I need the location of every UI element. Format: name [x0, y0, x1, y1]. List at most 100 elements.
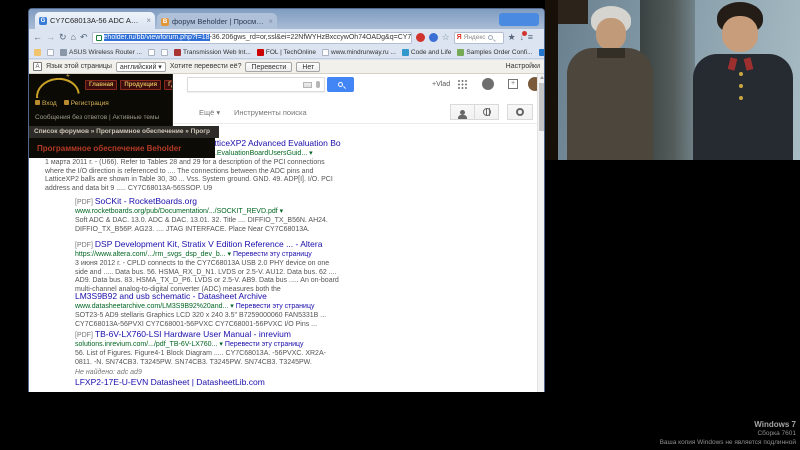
translate-infobar: A Язык этой страницы английский ▾ Хотите… [29, 60, 544, 74]
bookmark-folder[interactable] [34, 49, 41, 56]
actor-left [567, 6, 653, 160]
no-button[interactable]: Нет [296, 62, 320, 72]
tab-strip: G CY7C68013A-56 ADC AD9... × B форум Beh… [29, 9, 544, 29]
forum-section-heading[interactable]: Программное обеспечение Beholder [37, 144, 215, 153]
result-title-link[interactable]: LFXP2-17E-U-EVN Datasheet | DatasheetLib… [75, 377, 341, 387]
bookmark-item[interactable]: Transmission Web Int... [174, 49, 251, 56]
watermark-genuine: Ваша копия Windows не является подлинной [660, 439, 796, 448]
personal-results-button[interactable] [450, 104, 475, 120]
apps-grid-icon[interactable] [458, 80, 467, 89]
search-result: [PDF]DSP Development Kit, Stratix V Edit… [75, 239, 341, 294]
bookmark-item[interactable]: ASUS Wireless Router ... [60, 49, 142, 56]
result-url: www.rocketboards.org/pub/Documentation/.… [75, 207, 341, 215]
bookmark-star-icon[interactable]: ☆ [442, 33, 450, 42]
search-result: [PDF]SoCKit - RocketBoards.org www.rocke… [75, 196, 341, 234]
page-icon [148, 49, 155, 56]
search-icon [338, 82, 343, 87]
scrollbar-thumb[interactable] [539, 83, 544, 131]
language-select[interactable]: английский ▾ [116, 62, 166, 72]
google-search-button[interactable] [327, 77, 354, 92]
watermark-os: Windows 7 [660, 420, 796, 431]
result-title-link[interactable]: LM3S9B92 and usb schematic - Datasheet A… [75, 291, 341, 301]
collar [597, 48, 625, 58]
tab-google-search[interactable]: G CY7C68013A-56 ADC AD9... × [35, 12, 155, 29]
back-icon[interactable]: ← [33, 33, 42, 42]
forward-icon[interactable]: → [46, 33, 55, 42]
scroll-up-icon[interactable] [540, 76, 544, 79]
asus-icon [60, 49, 67, 56]
more-menu[interactable]: Ещё ▾ [199, 108, 220, 117]
not-found-note: Не найдено: adc ad9 [75, 369, 341, 376]
new-tab-button[interactable] [499, 13, 539, 26]
bookmark-item[interactable] [161, 49, 168, 56]
page-icon [47, 49, 54, 56]
result-title-link[interactable]: TB-6V-LX760-LSI Hardware User Manual - i… [95, 329, 291, 339]
close-tab-icon[interactable]: × [268, 17, 273, 26]
tab-beholder-forum[interactable]: B форум Beholder | Просмотр... × [157, 13, 277, 30]
face [722, 16, 758, 52]
restore-icon[interactable]: ↶ [80, 33, 88, 42]
home-icon[interactable]: ⌂ [71, 33, 76, 42]
close-tab-icon[interactable]: × [146, 16, 151, 25]
bookmark-item[interactable]: Code and Life [402, 49, 451, 56]
translate-page-link[interactable]: Перевести эту страницу [225, 341, 304, 348]
notifications-icon[interactable] [482, 78, 494, 90]
translate-page-link[interactable]: Перевести эту страницу [233, 251, 312, 258]
forum-nav-products[interactable]: Продукция [120, 80, 161, 90]
result-title-link[interactable]: DSP Development Kit, Stratix V Edition R… [95, 239, 323, 249]
extension-star-icon[interactable]: ★ [508, 33, 516, 42]
forum-nav: Главная Продукция Где купить [85, 80, 173, 90]
windows-watermark: Windows 7 Сборка 7601 Ваша копия Windows… [660, 420, 796, 448]
forum-nav-where-to-buy[interactable]: Где купить [164, 80, 173, 90]
download-badge [522, 31, 527, 36]
forum-nav-home[interactable]: Главная [85, 80, 117, 90]
watermark-build: Сборка 7601 [660, 430, 796, 439]
forum-quick-links[interactable]: Сообщения без ответов | Активные темы [35, 114, 159, 121]
page-viewport: Главная Продукция Где купить Вход Регист… [29, 74, 544, 392]
adblock-extension-icon[interactable] [416, 33, 425, 42]
yandex-search-box[interactable]: Я Яндекс [454, 32, 504, 44]
samples-icon [457, 49, 464, 56]
refresh-icon[interactable]: ↻ [59, 33, 67, 42]
yandex-icon: Я [457, 34, 462, 41]
microphone-icon[interactable] [316, 81, 320, 88]
bookmark-item[interactable]: FOL | TechOnline [257, 49, 316, 56]
yandex-search-label: Яндекс [464, 34, 486, 41]
bookmark-item[interactable]: https://customer.sign... [539, 49, 545, 56]
actor-right [693, 2, 793, 160]
translate-label: Язык этой страницы [46, 63, 112, 70]
bookmark-item[interactable]: www.mindrunway.ru ... [322, 49, 396, 56]
face [596, 18, 626, 50]
search-result: LM3S9B92 and usb schematic - Datasheet A… [75, 291, 341, 329]
translate-button[interactable]: Перевести [245, 62, 292, 72]
scrollbar[interactable] [537, 74, 544, 392]
keyboard-icon[interactable] [303, 82, 312, 88]
result-title-link[interactable]: SoCKit - RocketBoards.org [95, 196, 197, 206]
bookmark-item[interactable] [47, 49, 54, 56]
frame-edge [545, 0, 558, 160]
search-tools-menu[interactable]: Инструменты поиска [234, 108, 307, 117]
download-icon[interactable]: ↓ [520, 33, 524, 42]
share-icon[interactable]: + [508, 79, 518, 89]
register-link[interactable]: Регистрация [64, 100, 109, 107]
breadcrumb[interactable]: Список форумов » Программное обеспечение… [34, 128, 219, 135]
search-icon[interactable] [488, 35, 493, 40]
all-results-button[interactable] [474, 104, 499, 120]
pdf-badge: [PDF] [75, 242, 93, 249]
google-results-toolbar: Ещё ▾ Инструменты поиска [174, 100, 544, 124]
settings-button[interactable] [507, 104, 533, 120]
forum-heading-band: Программное обеспечение Beholder [29, 138, 215, 158]
menu-icon[interactable]: ≡ [528, 33, 533, 42]
search-result: [PDF]TB-6V-LX760-LSI Hardware User Manua… [75, 329, 341, 376]
gold-button [739, 84, 743, 88]
bookmark-item[interactable]: Samples Order Confi... [457, 49, 532, 56]
address-bar[interactable]: eholder.ru/bb/viewforum.php?f=18 -36.206… [92, 32, 412, 44]
forum-login-row: Вход Регистрация [35, 100, 109, 107]
login-link[interactable]: Вход [35, 100, 57, 107]
google-plus-profile-link[interactable]: +Vlad [432, 81, 450, 88]
translate-page-link[interactable]: Перевести эту страницу [236, 303, 315, 310]
infobar-settings[interactable]: Настройки [506, 63, 540, 70]
bookmark-item[interactable] [148, 49, 155, 56]
extension-icon[interactable] [429, 33, 438, 42]
google-search-input[interactable] [187, 77, 325, 92]
